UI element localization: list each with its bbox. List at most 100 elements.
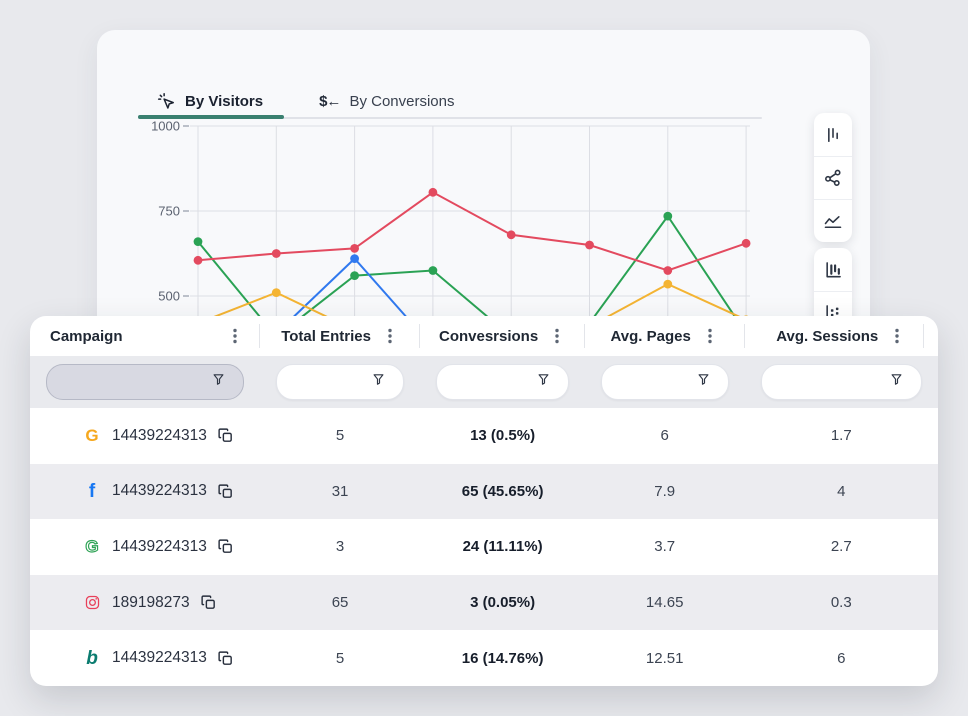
tab-by-conversions[interactable]: $← By Conversions — [319, 93, 454, 110]
data-point[interactable] — [272, 288, 281, 297]
dollar-arrow-icon: $← — [319, 93, 340, 110]
y-axis-label: 1000 — [151, 119, 180, 134]
data-point[interactable] — [350, 271, 359, 280]
copy-icon[interactable] — [217, 538, 234, 555]
facebook-icon: f — [82, 482, 102, 501]
table-row[interactable]: b14439224313516 (14.76%)12.516 — [30, 630, 938, 686]
column-label: Total Entries — [281, 328, 371, 345]
axis-bar-chart-icon[interactable] — [814, 248, 852, 291]
campaign-table: Campaign Total Entries Convesrsions Avg. Pa… — [30, 316, 938, 686]
campaign-id: 14439224313 — [112, 649, 207, 667]
column-label: Avg. Pages — [611, 328, 691, 345]
column-header-convesrsions: Convesrsions — [420, 316, 584, 356]
column-label: Avg. Sessions — [776, 328, 878, 345]
cursor-click-icon — [157, 92, 176, 111]
data-point[interactable] — [507, 230, 516, 239]
conversions-cell: 24 (11.11%) — [420, 519, 584, 575]
funnel-icon — [889, 372, 904, 392]
funnel-icon — [696, 372, 711, 392]
campaign-id: 14439224313 — [112, 482, 207, 500]
conversions-cell: 3 (0.05%) — [420, 575, 584, 631]
copy-icon[interactable] — [217, 483, 234, 500]
avg-pages-cell: 6 — [585, 408, 745, 464]
avg-sessions-cell: 4 — [745, 464, 938, 520]
y-axis-label: 750 — [158, 204, 180, 219]
table-row[interactable]: f144392243133165 (45.65%)7.94 — [30, 464, 938, 520]
data-point[interactable] — [194, 256, 203, 265]
data-point[interactable] — [742, 239, 751, 248]
funnel-icon — [371, 372, 386, 392]
data-point[interactable] — [350, 254, 359, 263]
avg-sessions-cell: 1.7 — [745, 408, 938, 464]
filter-cell — [420, 364, 584, 400]
avg-sessions-cell: 6 — [745, 630, 938, 686]
bar-chart-icon[interactable] — [814, 113, 852, 156]
data-point[interactable] — [585, 241, 594, 250]
data-point[interactable] — [194, 237, 203, 246]
tab-label: By Conversions — [349, 93, 454, 110]
scatter-share-icon[interactable] — [814, 156, 852, 199]
avg-pages-cell: 7.9 — [585, 464, 745, 520]
total-entries-cell: 5 — [260, 408, 421, 464]
campaign-cell: G14439224313 — [30, 519, 260, 575]
column-header-total-entries: Total Entries — [260, 316, 421, 356]
tab-label: By Visitors — [185, 93, 263, 110]
table-header: Campaign Total Entries Convesrsions Avg. Pa… — [30, 316, 938, 356]
table-row[interactable]: G14439224313513 (0.5%)61.7 — [30, 408, 938, 464]
avg-pages-cell: 3.7 — [585, 519, 745, 575]
tab-by-visitors[interactable]: By Visitors — [157, 92, 263, 111]
campaign-cell: f 14439224313 — [30, 464, 260, 520]
filter-input-total-entries[interactable] — [276, 364, 405, 400]
column-menu-icon[interactable] — [548, 326, 566, 346]
column-label: Campaign — [50, 328, 123, 345]
total-entries-cell: 65 — [260, 575, 421, 631]
column-menu-icon[interactable] — [226, 326, 244, 346]
page: By Visitors $← By Conversions 1000750500… — [0, 0, 968, 716]
column-menu-icon[interactable] — [701, 326, 719, 346]
column-header-campaign: Campaign — [30, 316, 260, 356]
data-point[interactable] — [663, 212, 672, 221]
data-point[interactable] — [272, 249, 281, 258]
series-line-red — [198, 192, 746, 270]
chart-type-toolbar — [814, 113, 852, 242]
campaign-cell: 189198273 — [30, 575, 260, 631]
filter-cell — [745, 364, 938, 400]
filter-input-avg-pages[interactable] — [601, 364, 729, 400]
column-menu-icon[interactable] — [888, 326, 906, 346]
conversions-cell: 13 (0.5%) — [420, 408, 584, 464]
instagram-icon — [82, 594, 102, 611]
data-point[interactable] — [663, 266, 672, 275]
filter-input-avg-sessions[interactable] — [761, 364, 922, 400]
filter-input-convesrsions[interactable] — [436, 364, 568, 400]
filter-cell — [585, 364, 745, 400]
data-point[interactable] — [350, 244, 359, 253]
table-row[interactable]: G14439224313324 (11.11%)3.72.7 — [30, 519, 938, 575]
filter-cell — [30, 364, 260, 400]
avg-sessions-cell: 2.7 — [745, 519, 938, 575]
data-point[interactable] — [663, 280, 672, 289]
trend-line-icon[interactable] — [814, 199, 852, 242]
filter-input-campaign[interactable] — [46, 364, 244, 400]
column-label: Convesrsions — [439, 328, 538, 345]
copy-icon[interactable] — [200, 594, 217, 611]
filter-cell — [260, 364, 421, 400]
total-entries-cell: 3 — [260, 519, 421, 575]
campaign-cell: G14439224313 — [30, 408, 260, 464]
data-point[interactable] — [429, 188, 438, 197]
table-row[interactable]: 189198273653 (0.05%)14.650.3 — [30, 575, 938, 631]
table-body: G14439224313513 (0.5%)61.7f1443922431331… — [30, 408, 938, 686]
avg-pages-cell: 14.65 — [585, 575, 745, 631]
bing-icon: b — [82, 649, 102, 668]
avg-pages-cell: 12.51 — [585, 630, 745, 686]
funnel-icon — [211, 372, 226, 392]
column-menu-icon[interactable] — [381, 326, 399, 346]
total-entries-cell: 31 — [260, 464, 421, 520]
copy-icon[interactable] — [217, 427, 234, 444]
campaign-cell: b 14439224313 — [30, 630, 260, 686]
total-entries-cell: 5 — [260, 630, 421, 686]
column-header-avg-sessions: Avg. Sessions — [745, 316, 938, 356]
data-point[interactable] — [429, 266, 438, 275]
funnel-icon — [536, 372, 551, 392]
copy-icon[interactable] — [217, 650, 234, 667]
campaign-id: 14439224313 — [112, 538, 207, 556]
